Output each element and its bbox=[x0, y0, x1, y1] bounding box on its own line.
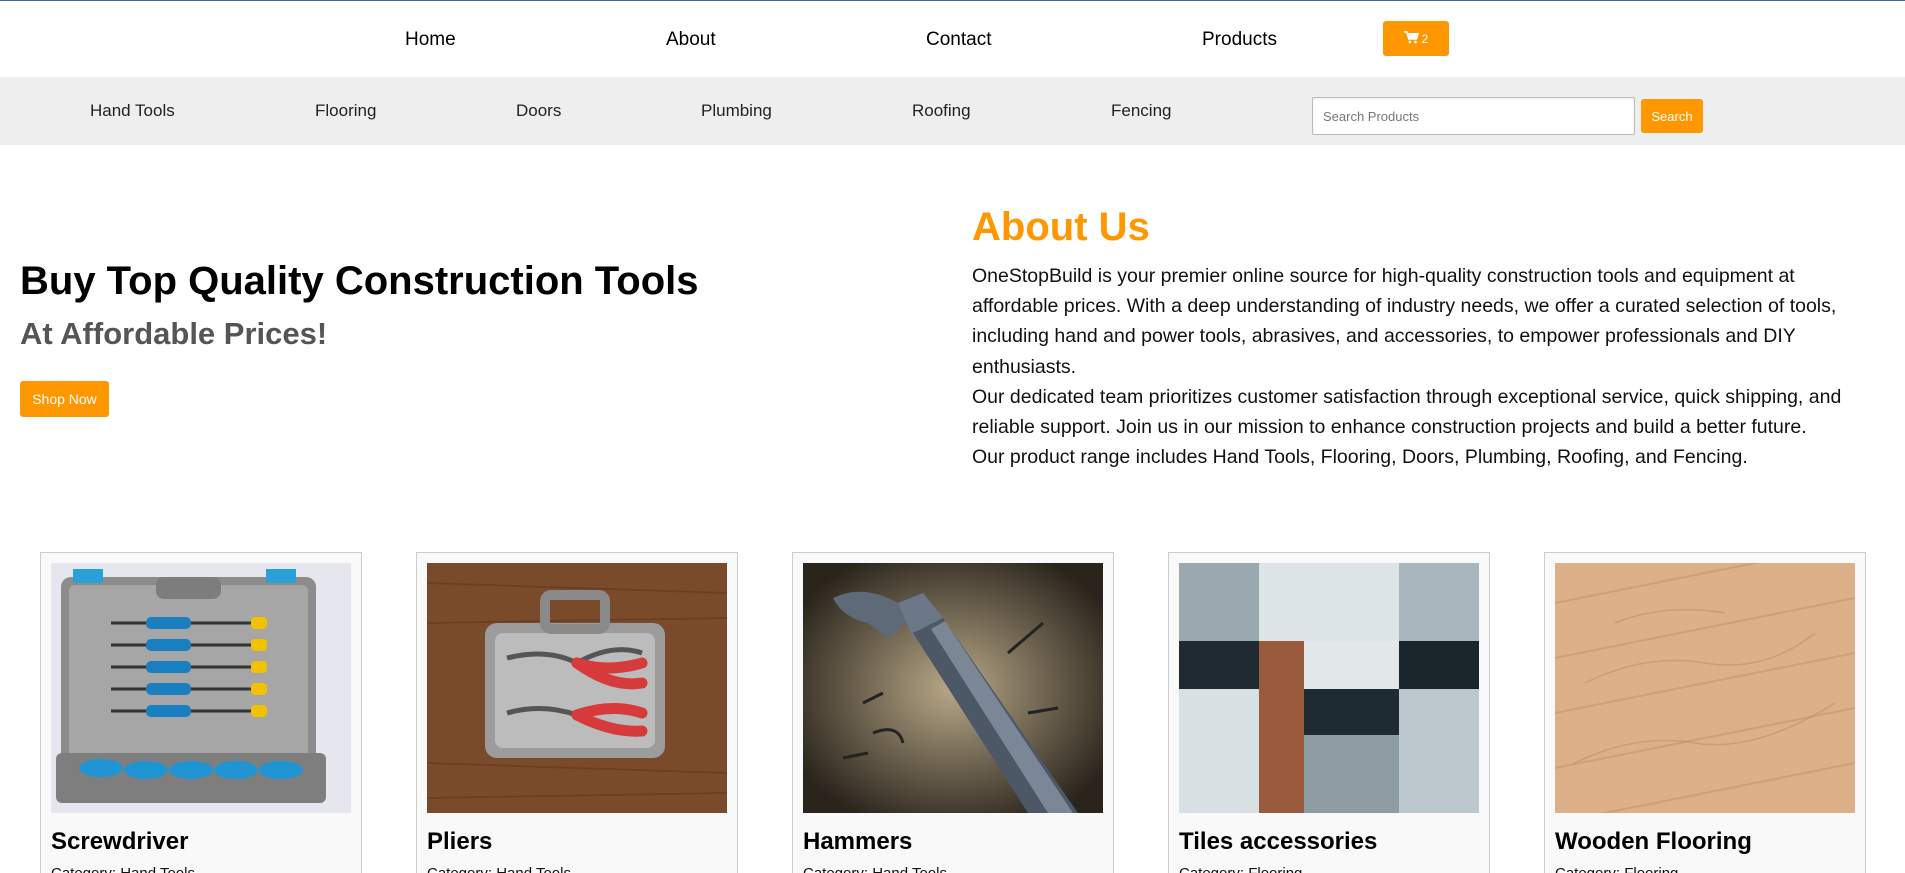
product-card-screwdriver[interactable]: Screwdriver Category: Hand Tools bbox=[40, 552, 362, 873]
product-name[interactable]: Pliers bbox=[427, 828, 492, 856]
cart-button[interactable]: 2 bbox=[1383, 21, 1449, 56]
category-roofing[interactable]: Roofing bbox=[912, 101, 971, 121]
product-category: Category: Hand Tools bbox=[803, 865, 947, 873]
cart-count: 2 bbox=[1421, 31, 1429, 46]
search-button[interactable]: Search bbox=[1641, 99, 1703, 133]
hammer-image[interactable] bbox=[803, 563, 1103, 813]
shop-now-button[interactable]: Shop Now bbox=[20, 381, 109, 417]
search-input[interactable] bbox=[1312, 97, 1635, 135]
nav-home-link[interactable]: Home bbox=[405, 29, 456, 51]
category-fencing[interactable]: Fencing bbox=[1111, 101, 1171, 121]
nav-contact-link[interactable]: Contact bbox=[926, 29, 991, 51]
nav-products-link[interactable]: Products bbox=[1202, 29, 1277, 51]
category-hand-tools[interactable]: Hand Tools bbox=[90, 101, 175, 121]
product-card-pliers[interactable]: Pliers Category: Hand Tools bbox=[416, 552, 738, 873]
product-name[interactable]: Hammers bbox=[803, 828, 912, 856]
product-category: Category: Flooring bbox=[1555, 865, 1678, 873]
product-card-hammers[interactable]: Hammers Category: Hand Tools bbox=[792, 552, 1114, 873]
product-card-tiles-accessories[interactable]: Tiles accessories Category: Flooring bbox=[1168, 552, 1490, 873]
product-category: Category: Hand Tools bbox=[427, 865, 571, 873]
product-category: Category: Hand Tools bbox=[51, 865, 195, 873]
about-paragraph: Our product range includes Hand Tools, F… bbox=[972, 446, 1748, 469]
category-doors[interactable]: Doors bbox=[516, 101, 561, 121]
product-name[interactable]: Tiles accessories bbox=[1179, 828, 1377, 856]
product-name[interactable]: Wooden Flooring bbox=[1555, 828, 1752, 856]
about-text: OneStopBuild is your premier online sour… bbox=[972, 261, 1877, 472]
product-category: Category: Flooring bbox=[1179, 865, 1302, 873]
category-plumbing[interactable]: Plumbing bbox=[701, 101, 772, 121]
product-card-wooden-flooring[interactable]: Wooden Flooring Category: Flooring bbox=[1544, 552, 1866, 873]
hero-title: Buy Top Quality Construction Tools bbox=[20, 259, 699, 303]
shopping-cart-icon bbox=[1403, 30, 1419, 47]
hero-subtitle: At Affordable Prices! bbox=[20, 316, 328, 351]
top-navigation: Home About Contact Products 2 bbox=[0, 1, 1905, 76]
marble-tiles-image[interactable] bbox=[1179, 563, 1479, 813]
nav-about-link[interactable]: About bbox=[666, 29, 716, 51]
about-paragraph: OneStopBuild is your premier online sour… bbox=[972, 265, 1837, 378]
category-bar: Hand Tools Flooring Doors Plumbing Roofi… bbox=[0, 77, 1905, 145]
category-flooring[interactable]: Flooring bbox=[315, 101, 376, 121]
pliers-case-image[interactable] bbox=[427, 563, 727, 813]
about-paragraph: Our dedicated team prioritizes customer … bbox=[972, 385, 1842, 439]
wood-floor-image[interactable] bbox=[1555, 563, 1855, 813]
screwdriver-set-image[interactable] bbox=[51, 563, 351, 813]
about-title: About Us bbox=[972, 205, 1150, 249]
product-name[interactable]: Screwdriver bbox=[51, 828, 188, 856]
